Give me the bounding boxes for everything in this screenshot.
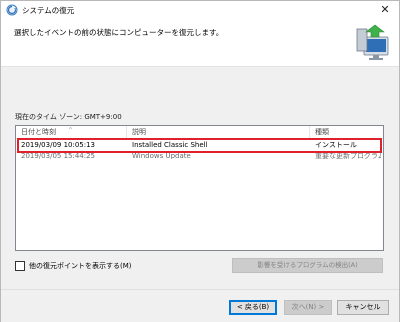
- window-title: システムの復元: [22, 6, 75, 15]
- scan-affected-programs-button[interactable]: 影響を受けるプログラムの検出(A): [232, 258, 383, 273]
- sort-arrow-icon: ^: [68, 127, 74, 134]
- wizard-content: 現在のタイム ゾーン: GMT+9:00 日付と時刻 ^ 説明 種類 2019/0…: [1, 68, 399, 289]
- restore-computer-icon: [356, 24, 389, 60]
- next-button[interactable]: 次へ(N) >: [284, 300, 332, 315]
- system-restore-icon: [6, 4, 18, 16]
- system-restore-window: システムの復元 ✕ 選択したイベントの前の状態にコンピューターを復元します。 現…: [0, 0, 400, 322]
- back-button[interactable]: < 戻る(B): [229, 300, 277, 315]
- selection-highlight-box: [17, 138, 382, 153]
- instruction-text: 選択したイベントの前の状態にコンピューターを復元します。: [14, 28, 224, 37]
- title-bar: システムの復元 ✕: [1, 1, 399, 19]
- show-more-checkbox[interactable]: [15, 261, 25, 271]
- cancel-button[interactable]: キャンセル: [337, 300, 389, 315]
- close-button[interactable]: ✕: [377, 2, 393, 18]
- show-more-label[interactable]: 他の復元ポイントを表示する(M): [29, 261, 132, 271]
- wizard-header: 選択したイベントの前の状態にコンピューターを復元します。: [1, 19, 399, 67]
- restore-points-list[interactable]: 日付と時刻 ^ 説明 種類 2019/03/09 10:05:13 Install…: [15, 125, 384, 251]
- wizard-footer: < 戻る(B) 次へ(N) > キャンセル: [1, 289, 399, 322]
- timezone-label: 現在のタイム ゾーン: GMT+9:00: [15, 113, 122, 121]
